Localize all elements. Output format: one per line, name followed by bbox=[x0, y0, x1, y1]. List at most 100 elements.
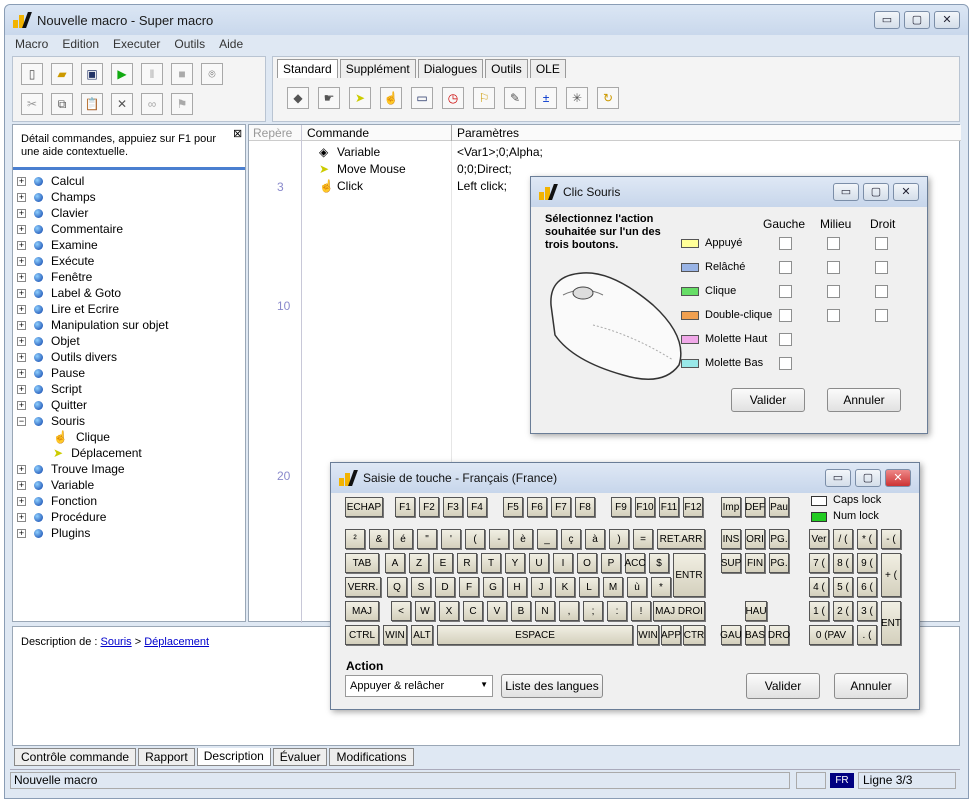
key-button[interactable]: T bbox=[481, 553, 501, 573]
new-file-icon[interactable]: ▯ bbox=[21, 63, 43, 85]
tab-ole[interactable]: OLE bbox=[529, 59, 566, 78]
expand-icon[interactable]: + bbox=[17, 384, 26, 394]
menu-executer[interactable]: Executer bbox=[113, 35, 160, 53]
key-button[interactable]: N bbox=[535, 601, 555, 621]
key-button[interactable]: é bbox=[393, 529, 413, 549]
action-checkbox[interactable] bbox=[875, 309, 888, 322]
key-button[interactable]: * ( bbox=[857, 529, 877, 549]
expand-icon[interactable]: + bbox=[17, 336, 26, 346]
key-button[interactable]: CTR bbox=[683, 625, 705, 645]
expand-icon[interactable]: + bbox=[17, 496, 26, 506]
key-button[interactable]: S bbox=[411, 577, 431, 597]
stop-icon[interactable]: ■ bbox=[171, 63, 193, 85]
expand-icon[interactable]: + bbox=[17, 288, 26, 298]
key-button[interactable]: C bbox=[463, 601, 483, 621]
key-button[interactable]: W bbox=[415, 601, 435, 621]
key-button[interactable]: Z bbox=[409, 553, 429, 573]
open-folder-icon[interactable]: ▰ bbox=[51, 63, 73, 85]
key-button[interactable]: ç bbox=[561, 529, 581, 549]
key-button[interactable]: PG. bbox=[769, 529, 789, 549]
expand-icon[interactable]: + bbox=[17, 256, 26, 266]
key-button[interactable]: F3 bbox=[443, 497, 463, 517]
key-button[interactable]: Imp bbox=[721, 497, 741, 517]
action-checkbox[interactable] bbox=[875, 285, 888, 298]
expand-icon[interactable]: + bbox=[17, 192, 26, 202]
expand-icon[interactable]: + bbox=[17, 464, 26, 474]
row-command[interactable]: Variable bbox=[337, 145, 380, 159]
key-button[interactable]: F10 bbox=[635, 497, 655, 517]
link-souris[interactable]: Souris bbox=[100, 636, 131, 648]
key-button[interactable]: _ bbox=[537, 529, 557, 549]
action-checkbox[interactable] bbox=[827, 285, 840, 298]
close-button[interactable]: ✕ bbox=[934, 11, 960, 29]
key-button[interactable]: è bbox=[513, 529, 533, 549]
tree-child-item[interactable]: ➤ Déplacement bbox=[17, 445, 243, 461]
target-cmd-icon[interactable]: ✳ bbox=[566, 87, 588, 109]
tab-controle[interactable]: Contrôle commande bbox=[14, 748, 137, 766]
key-button[interactable]: ESPACE bbox=[437, 625, 633, 645]
key-button[interactable]: PG. bbox=[769, 553, 789, 573]
tree-item[interactable]: + Fonction bbox=[17, 493, 243, 509]
row-command[interactable]: Click bbox=[337, 179, 363, 193]
key-button[interactable]: A bbox=[385, 553, 405, 573]
key-button[interactable]: - bbox=[489, 529, 509, 549]
tree-item[interactable]: − Souris bbox=[17, 413, 243, 429]
valider-button[interactable]: Valider bbox=[731, 388, 805, 412]
key-button[interactable]: ENT bbox=[881, 601, 901, 645]
key-button[interactable]: + ( bbox=[881, 553, 901, 597]
tab-rapport[interactable]: Rapport bbox=[138, 748, 195, 766]
key-button[interactable]: MAJ bbox=[345, 601, 379, 621]
key-button[interactable]: Pau bbox=[769, 497, 789, 517]
tab-supplement[interactable]: Supplément bbox=[339, 59, 416, 78]
run-icon[interactable]: ▶ bbox=[111, 63, 133, 85]
action-checkbox[interactable] bbox=[827, 261, 840, 274]
key-button[interactable]: ' bbox=[441, 529, 461, 549]
key-button[interactable]: WIN bbox=[383, 625, 407, 645]
key-button[interactable]: D bbox=[435, 577, 455, 597]
action-select[interactable]: Appuyer & relâcher ▼ bbox=[345, 675, 493, 697]
pause-icon[interactable]: ‖ bbox=[141, 63, 163, 85]
move-mouse-cmd-icon[interactable]: ☛ bbox=[318, 87, 340, 109]
key-button[interactable]: $ bbox=[649, 553, 669, 573]
key-button[interactable]: K bbox=[555, 577, 575, 597]
loop-icon[interactable]: ∞ bbox=[141, 93, 163, 115]
expand-icon[interactable]: + bbox=[17, 352, 26, 362]
tree-item[interactable]: + Trouve Image bbox=[17, 461, 243, 477]
key-button[interactable]: J bbox=[531, 577, 551, 597]
key-button[interactable]: INS bbox=[721, 529, 741, 549]
tree-item[interactable]: + Clavier bbox=[17, 205, 243, 221]
key-button[interactable]: F6 bbox=[527, 497, 547, 517]
minimize-button[interactable]: ▭ bbox=[874, 11, 900, 29]
action-checkbox[interactable] bbox=[779, 333, 792, 346]
tree-item[interactable]: + Lire et Ecrire bbox=[17, 301, 243, 317]
menu-macro[interactable]: Macro bbox=[15, 35, 48, 53]
annuler-button[interactable]: Annuler bbox=[827, 388, 901, 412]
key-button[interactable]: & bbox=[369, 529, 389, 549]
action-checkbox[interactable] bbox=[875, 237, 888, 250]
key-button[interactable]: 4 ( bbox=[809, 577, 829, 597]
key-button[interactable]: F7 bbox=[551, 497, 571, 517]
row-command[interactable]: Move Mouse bbox=[337, 162, 406, 176]
key-button[interactable]: F5 bbox=[503, 497, 523, 517]
close-button[interactable]: ✕ bbox=[893, 183, 919, 201]
action-checkbox[interactable] bbox=[779, 237, 792, 250]
key-button[interactable]: DEF bbox=[745, 497, 765, 517]
key-button[interactable]: à bbox=[585, 529, 605, 549]
key-button[interactable]: MAJ DROI bbox=[653, 601, 705, 621]
key-button[interactable]: F2 bbox=[419, 497, 439, 517]
variable-cmd-icon[interactable]: ◆ bbox=[287, 87, 309, 109]
key-button[interactable]: 1 ( bbox=[809, 601, 829, 621]
action-checkbox[interactable] bbox=[827, 237, 840, 250]
tab-description[interactable]: Description bbox=[196, 748, 271, 766]
key-button[interactable]: ² bbox=[345, 529, 365, 549]
key-button[interactable]: APP bbox=[661, 625, 681, 645]
key-button[interactable]: WIN bbox=[637, 625, 659, 645]
action-checkbox[interactable] bbox=[779, 285, 792, 298]
window-cmd-icon[interactable]: ▭ bbox=[411, 87, 433, 109]
maximize-button[interactable]: ▢ bbox=[904, 11, 930, 29]
tree-item[interactable]: + Exécute bbox=[17, 253, 243, 269]
key-button[interactable]: 2 ( bbox=[833, 601, 853, 621]
key-button[interactable]: F1 bbox=[395, 497, 415, 517]
key-button[interactable]: : bbox=[607, 601, 627, 621]
key-button[interactable]: ù bbox=[627, 577, 647, 597]
